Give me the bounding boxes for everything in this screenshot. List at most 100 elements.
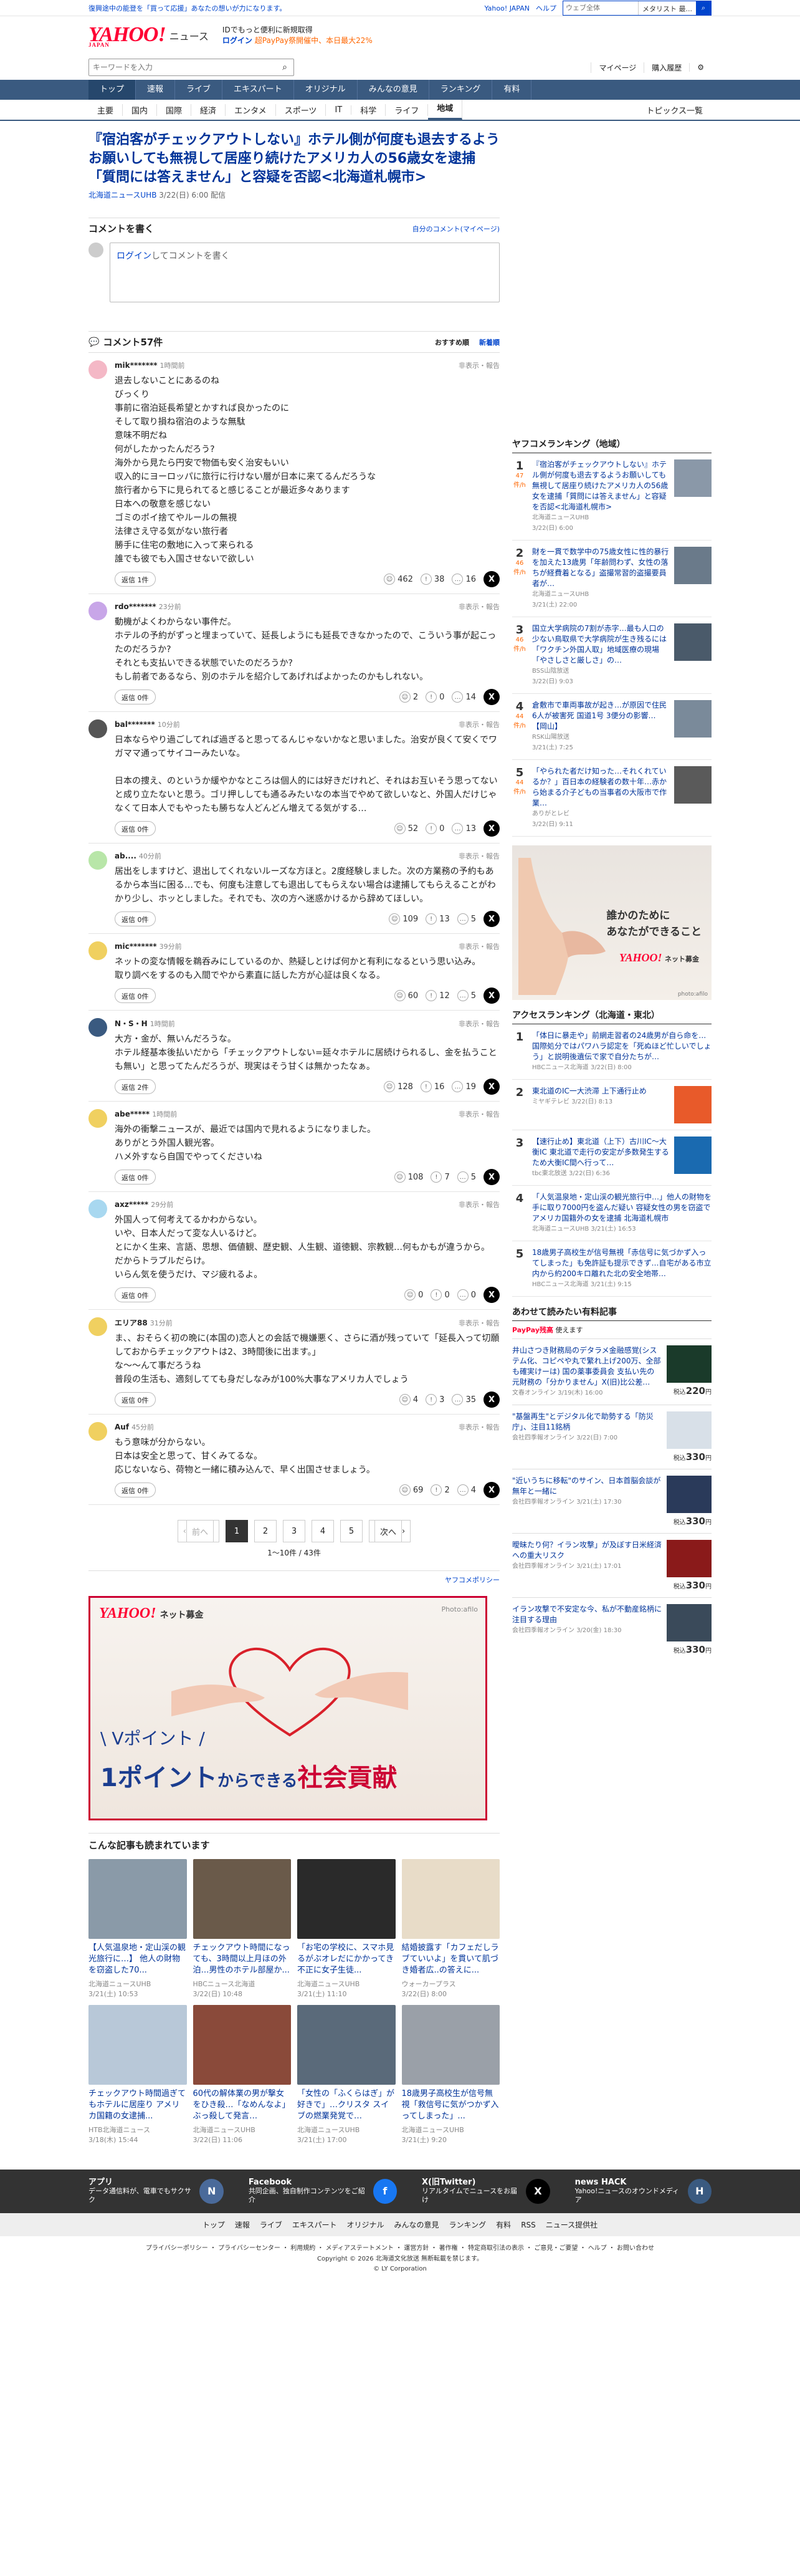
avatar[interactable]: [88, 1422, 107, 1441]
footer-nav-item[interactable]: 有料: [491, 2221, 516, 2229]
ranking-title[interactable]: 国立大学病院の7割が赤字…最も人口の少ない鳥取県で大学病院が生き残るには「ワクチ…: [532, 623, 669, 687]
hmm-button[interactable]: … 19: [452, 1081, 476, 1092]
report-link[interactable]: 非表示・報告: [459, 719, 500, 729]
avatar[interactable]: [88, 602, 107, 620]
paid-article-title[interactable]: 井山さつき財務局のデタラメ金融感覚(システム化、コピペや丸で繁れ上げ200万、全…: [512, 1345, 662, 1398]
comment-user[interactable]: mik*******: [115, 361, 158, 370]
related-title[interactable]: 【人気温泉地・定山渓の観光旅行に…】 他人の財物を窃盗した70...: [88, 1943, 187, 1976]
search-icon[interactable]: ⌕: [276, 59, 293, 75]
empathy-button[interactable]: ☺ 2: [399, 691, 418, 703]
related-title[interactable]: チェックアウト時間過ぎてもホテルに居座り アメリカ国籍の女逮捕...: [88, 2088, 187, 2122]
access-item[interactable]: 5 18歳男子高校生が信号無視「赤信号に気づかず入ってしまった」も免許証も提示で…: [512, 1241, 712, 1297]
x-share-icon[interactable]: X: [483, 1482, 500, 1498]
empathy-button[interactable]: ☺ 108: [394, 1171, 423, 1183]
insightful-button[interactable]: ! 12: [426, 990, 450, 1001]
footer-app[interactable]: X(旧Twitter) リアルタイムでニュースをお届け X: [422, 2178, 550, 2204]
related-card[interactable]: 【人気温泉地・定山渓の観光旅行に…】 他人の財物を窃盗した70... 北海道ニュ…: [88, 1859, 187, 1999]
tab-domestic[interactable]: 国内: [123, 103, 158, 116]
comment-user[interactable]: abe*****: [115, 1110, 150, 1118]
my-comments-link[interactable]: 自分のコメント(マイページ): [412, 224, 500, 234]
comment-user[interactable]: mic*******: [115, 942, 157, 951]
related-card[interactable]: 「お宅の学校に、スマホ見るがぶオレだにかかってき不正に女子生徒... 北海道ニュ…: [297, 1859, 396, 1999]
paid-article-title[interactable]: 曖昧たり何？イラン攻撃」が及ぼす日米経済への重大リスク 会社四季報オンライン 3/…: [512, 1540, 662, 1591]
report-link[interactable]: 非表示・報告: [459, 941, 500, 951]
hmm-button[interactable]: … 14: [452, 691, 476, 703]
related-card[interactable]: 結婚披露す「カフェだしラブていいよ」を貫いて肌づき婚者広..の答えに... ウォ…: [401, 1859, 500, 1999]
report-link[interactable]: 非表示・報告: [459, 1422, 500, 1432]
hmm-button[interactable]: … 5: [457, 913, 476, 925]
avatar[interactable]: [88, 941, 107, 960]
comment-user[interactable]: bal*******: [115, 720, 155, 729]
tab-sports[interactable]: スポーツ: [276, 103, 326, 116]
insightful-button[interactable]: ! 2: [431, 1484, 450, 1496]
comment-user[interactable]: N・S・H: [115, 1018, 148, 1029]
hmm-button[interactable]: … 4: [457, 1484, 476, 1496]
avatar[interactable]: [88, 1018, 107, 1037]
comment-policy-link[interactable]: ヤフコメポリシー: [88, 1570, 500, 1585]
page-4[interactable]: 4: [312, 1520, 334, 1542]
hmm-button[interactable]: … 35: [452, 1394, 476, 1405]
tab-science[interactable]: 科学: [351, 103, 386, 116]
hmm-button[interactable]: … 5: [457, 1171, 476, 1183]
empathy-button[interactable]: ☺ 0: [404, 1289, 423, 1300]
x-share-icon[interactable]: X: [483, 911, 500, 927]
insightful-button[interactable]: ! 3: [426, 1394, 444, 1405]
footer-nav-item[interactable]: エキスパート: [287, 2221, 342, 2229]
reply-button[interactable]: 返信 0件: [115, 1483, 156, 1497]
help-link[interactable]: ヘルプ: [536, 3, 556, 13]
gnav-top[interactable]: トップ: [88, 80, 136, 100]
empathy-button[interactable]: ☺ 462: [384, 574, 413, 585]
insightful-button[interactable]: ! 0: [426, 691, 444, 703]
related-title[interactable]: 60代の解体業の男が撃女をひき殺…「なめんなよ」ぶっ殺して発言…: [193, 2088, 292, 2122]
related-card[interactable]: 「女性の「ふくらはぎ」が好きで」…クリスタ スイブの燃業発覚で… 北海道ニュース…: [297, 2005, 396, 2145]
avatar[interactable]: [88, 851, 107, 870]
ranking-item[interactable]: 1 47 件/h 『宿泊客がチェックアウトしない』ホテル側が何度も退去するようお願い…: [512, 453, 712, 541]
paid-article-title[interactable]: "近いうちに移転"のサイン、日本首脳会談が無年と一緒に 会社四季報オンライン 3/…: [512, 1476, 662, 1527]
gnav-expert[interactable]: エキスパート: [222, 80, 294, 100]
gnav-ranking[interactable]: ランキング: [429, 80, 493, 100]
paypay-promo[interactable]: 超PayPay祭開催中、本日最大22%: [255, 36, 373, 45]
side-donation-ad[interactable]: 誰かのために あなたができること YAHOO! ネット募金 photo:afilo: [512, 845, 712, 1000]
x-share-icon[interactable]: X: [483, 571, 500, 587]
login-link[interactable]: ログイン: [117, 251, 151, 261]
avatar[interactable]: [88, 1317, 107, 1336]
related-card[interactable]: 18歳男子高校生が信号無視「救信号に気がつかず入ってしまった」... 北海道ニュ…: [401, 2005, 500, 2145]
x-share-icon[interactable]: X: [483, 1079, 500, 1095]
tab-local[interactable]: 地域: [428, 100, 463, 120]
page-1[interactable]: 1: [226, 1520, 248, 1542]
access-item[interactable]: 1 「体日に暴走や」前網走習者の24歳男が自ら命を…国際処分ではパワハラ認定を「…: [512, 1024, 712, 1080]
paid-article[interactable]: "基盤再生"とデジタル化で助勢する「防災庁」、注目11銘柄 会社四季報オンライン …: [512, 1405, 712, 1469]
footer-nav-item[interactable]: 速報: [230, 2221, 255, 2229]
insightful-button[interactable]: ! 7: [431, 1171, 450, 1183]
source-link[interactable]: 北海道ニュースUHB: [88, 191, 156, 199]
topics-list-link[interactable]: トピックス一覧: [637, 104, 712, 116]
hmm-button[interactable]: … 5: [457, 990, 476, 1001]
comment-user[interactable]: エリア88: [115, 1317, 148, 1328]
ranking-title[interactable]: 倉敷市で車両事故が起き…が原因で住民6人が被害死 国道1号 3便分の影響…【岡山…: [532, 700, 669, 753]
access-title[interactable]: 「人気温泉地・定山渓の観光旅行中…」他人の財物を手に取り7000円を盗んだ疑い …: [532, 1192, 712, 1234]
donation-ad[interactable]: YAHOO! ネット募金 Photo:afilo \ Vポイント / 1ポイント…: [88, 1596, 487, 1820]
gnav-breaking[interactable]: 速報: [136, 80, 176, 100]
tab-world[interactable]: 国際: [157, 103, 192, 116]
ranking-title[interactable]: 財を一貫で数学中の75歳女性に性的暴行を加えた13歳男「年齢問わず、女性の落ちが…: [532, 547, 669, 610]
ranking-title[interactable]: 『宿泊客がチェックアウトしない』ホテル側が何度も退去するようお願いしても無視して…: [532, 459, 669, 534]
comment-user[interactable]: ab....: [115, 852, 136, 860]
ranking-title[interactable]: 「やられた者だけ知った…それくれているか？」百日本の経験者の数十年…赤から始まる…: [532, 766, 669, 830]
page-3[interactable]: 3: [283, 1520, 305, 1542]
footer-nav-item[interactable]: みんなの意見: [389, 2221, 444, 2229]
paid-article[interactable]: 曖昧たり何？イラン攻撃」が及ぼす日米経済への重大リスク 会社四季報オンライン 3/…: [512, 1533, 712, 1597]
gnav-original[interactable]: オリジナル: [294, 80, 358, 100]
yahoo-japan-link[interactable]: Yahoo! JAPAN: [484, 4, 530, 12]
footer-nav-item[interactable]: ニュース提供社: [541, 2221, 602, 2229]
tab-entertainment[interactable]: エンタメ: [226, 103, 276, 116]
related-title[interactable]: チェックアウト時間になっても、3時間以上月ほの外泊…男性のホテル部屋か...: [193, 1943, 292, 1976]
ranking-item[interactable]: 4 44 件/h 倉敷市で車両事故が起き…が原因で住民6人が被害死 国道1号 3便分…: [512, 694, 712, 760]
comment-user[interactable]: Auf: [115, 1423, 129, 1431]
tab-it[interactable]: IT: [326, 105, 352, 115]
x-share-icon[interactable]: X: [483, 1287, 500, 1303]
mypage-link[interactable]: マイページ: [591, 62, 644, 73]
footer-app[interactable]: アプリ データ通信料が、電車でもサクサク N: [88, 2178, 224, 2204]
report-link[interactable]: 非表示・報告: [459, 1199, 500, 1209]
paid-article[interactable]: "近いうちに移転"のサイン、日本首脳会談が無年と一緒に 会社四季報オンライン 3/…: [512, 1469, 712, 1533]
access-item[interactable]: 3 【速行止め】東北道（上下）古川IC〜大衡IC 東北道で走行の安定が多数発生す…: [512, 1130, 712, 1186]
